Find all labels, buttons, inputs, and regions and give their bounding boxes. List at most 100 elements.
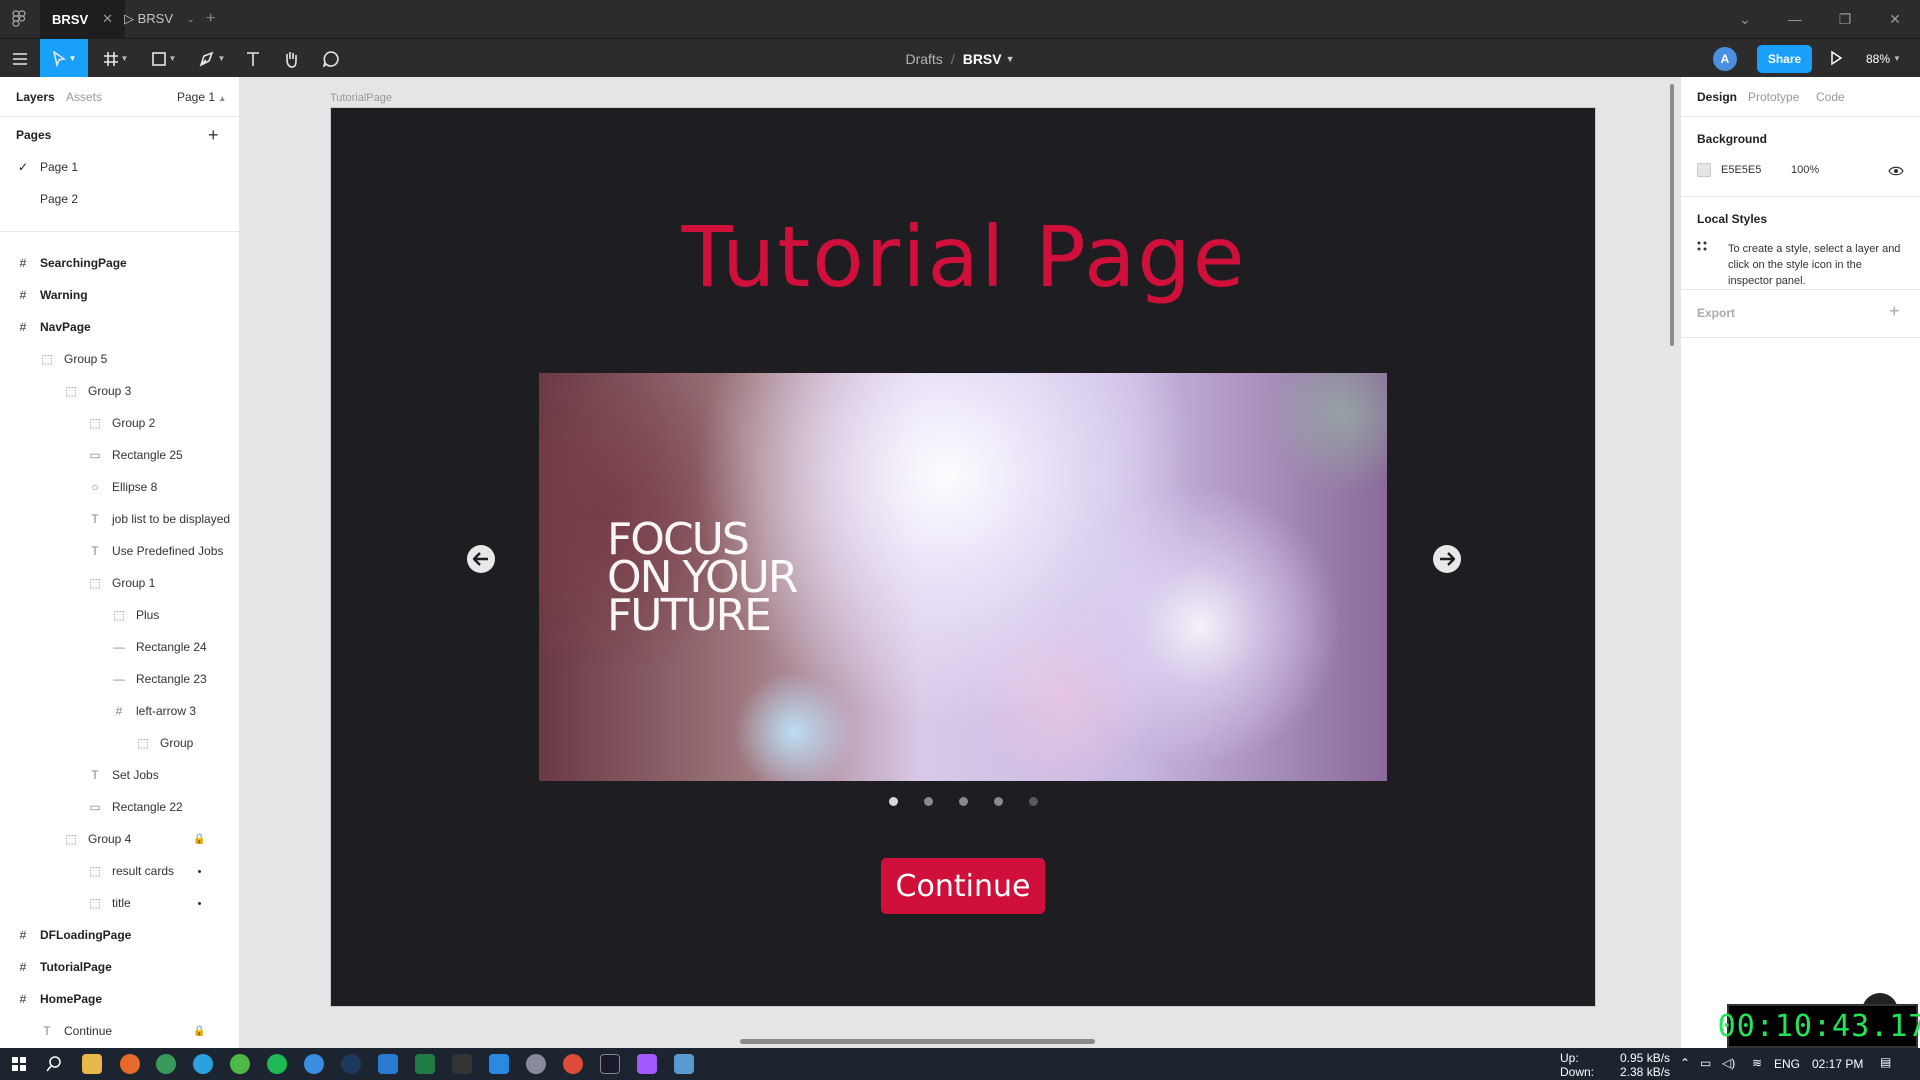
layer-row[interactable]: # HomePage bbox=[0, 983, 239, 1015]
notifications-icon[interactable]: ▤ bbox=[1880, 1055, 1891, 1069]
steam-icon[interactable] bbox=[341, 1054, 361, 1074]
page-item-1[interactable]: ✓ Page 1 bbox=[0, 151, 239, 183]
zoom-dropdown[interactable]: 88% ▼ bbox=[1866, 39, 1901, 78]
frame-label[interactable]: TutorialPage bbox=[330, 92, 392, 104]
layer-row[interactable]: ⬚ Group 3 bbox=[0, 375, 239, 407]
tab-design[interactable]: Design bbox=[1697, 90, 1737, 104]
layer-row[interactable]: ▭ Rectangle 22 bbox=[0, 791, 239, 823]
layer-row[interactable]: ⬚ Group 2 bbox=[0, 407, 239, 439]
page-selector[interactable]: Page 1 ▲ bbox=[177, 90, 226, 104]
chevron-down-icon[interactable]: ⌄ bbox=[1720, 0, 1770, 38]
page-title[interactable]: Tutorial Page bbox=[331, 208, 1597, 306]
intellij-icon[interactable] bbox=[600, 1054, 620, 1074]
spotify-icon[interactable] bbox=[267, 1054, 287, 1074]
background-hex-input[interactable]: E5E5E5 bbox=[1721, 164, 1761, 176]
layer-row[interactable]: ▭ Rectangle 25 bbox=[0, 439, 239, 471]
right-arrow-icon[interactable] bbox=[1433, 545, 1461, 573]
layer-row[interactable]: T Set Jobs bbox=[0, 759, 239, 791]
hand-tool-button[interactable] bbox=[276, 39, 306, 78]
layer-row[interactable]: ○ Ellipse 8 bbox=[0, 471, 239, 503]
pagination-dot[interactable] bbox=[924, 797, 933, 806]
clock[interactable]: 02:17 PM bbox=[1812, 1057, 1863, 1071]
telegram-icon[interactable] bbox=[193, 1054, 213, 1074]
pagination-dot[interactable] bbox=[1029, 797, 1038, 806]
eye-icon[interactable] bbox=[1888, 165, 1904, 177]
volume-icon[interactable]: ◁) bbox=[1722, 1056, 1735, 1070]
frame-tool-button[interactable]: ▼ bbox=[96, 39, 136, 78]
pagination-dot[interactable] bbox=[889, 797, 898, 806]
add-page-icon[interactable]: + bbox=[208, 125, 219, 146]
app-icon[interactable] bbox=[304, 1054, 324, 1074]
page-item-2[interactable]: Page 2 bbox=[0, 183, 239, 215]
background-swatch[interactable] bbox=[1697, 163, 1711, 177]
tutorial-page-frame[interactable]: Tutorial Page FOCUS ON YOUR FUTURE Conti… bbox=[330, 107, 1596, 1007]
spreadsheet-icon[interactable] bbox=[415, 1054, 435, 1074]
layer-row[interactable]: ⬚ title bbox=[0, 887, 239, 919]
layer-row[interactable]: ⬚ Group 1 bbox=[0, 567, 239, 599]
move-tool-button[interactable]: ▼ bbox=[40, 39, 88, 78]
layer-row[interactable]: # SearchingPage bbox=[0, 247, 239, 279]
app-icon[interactable] bbox=[156, 1054, 176, 1074]
tab-brsv-prototype[interactable]: ▷ BRSV ⌄ bbox=[112, 0, 207, 38]
tab-assets[interactable]: Assets bbox=[66, 90, 102, 104]
app-icon[interactable] bbox=[230, 1054, 250, 1074]
lock-icon[interactable]: 🔒 bbox=[193, 1026, 205, 1037]
file-explorer-icon[interactable] bbox=[82, 1054, 102, 1074]
comment-tool-button[interactable] bbox=[316, 39, 346, 78]
visibility-dot[interactable] bbox=[198, 869, 201, 873]
layer-row[interactable]: ⬚ Group bbox=[0, 727, 239, 759]
pagination-dot[interactable] bbox=[959, 797, 968, 806]
minimize-icon[interactable]: — bbox=[1770, 0, 1820, 38]
app-icon[interactable] bbox=[526, 1054, 546, 1074]
tab-prototype[interactable]: Prototype bbox=[1748, 90, 1799, 104]
shape-tool-button[interactable]: ▼ bbox=[144, 39, 184, 78]
lock-icon[interactable]: 🔒 bbox=[193, 834, 205, 845]
figma-icon[interactable] bbox=[637, 1054, 657, 1074]
wifi-icon[interactable]: ≋ bbox=[1752, 1056, 1762, 1070]
layer-row[interactable]: — Rectangle 24 bbox=[0, 631, 239, 663]
layer-row[interactable]: — Rectangle 23 bbox=[0, 663, 239, 695]
windows-start-icon[interactable] bbox=[12, 1057, 26, 1071]
layer-row[interactable]: ⬚ Group 4 🔒 bbox=[0, 823, 239, 855]
add-export-icon[interactable]: + bbox=[1889, 301, 1900, 322]
carousel-image[interactable]: FOCUS ON YOUR FUTURE bbox=[539, 373, 1387, 781]
pen-tool-button[interactable]: ▼ bbox=[192, 39, 232, 78]
search-icon[interactable] bbox=[46, 1056, 62, 1072]
layer-row[interactable]: # TutorialPage bbox=[0, 951, 239, 983]
firefox-icon[interactable] bbox=[120, 1054, 140, 1074]
horizontal-scrollbar[interactable] bbox=[740, 1039, 1095, 1044]
layer-row[interactable]: T Continue 🔒 bbox=[0, 1015, 239, 1047]
layer-row[interactable]: # Warning bbox=[0, 279, 239, 311]
layer-row[interactable]: T Use Predefined Jobs bbox=[0, 535, 239, 567]
background-opacity-input[interactable]: 100% bbox=[1791, 164, 1819, 176]
restore-icon[interactable]: ❐ bbox=[1820, 0, 1870, 38]
avatar[interactable]: A bbox=[1713, 47, 1737, 71]
layer-row[interactable]: Tjob list to be displayed bbox=[0, 503, 239, 535]
continue-button[interactable]: Continue bbox=[881, 858, 1045, 914]
app-icon[interactable] bbox=[674, 1054, 694, 1074]
chevron-up-icon[interactable]: ⌃ bbox=[1680, 1056, 1690, 1070]
mail-icon[interactable] bbox=[378, 1054, 398, 1074]
share-button[interactable]: Share bbox=[1757, 45, 1812, 73]
layer-row[interactable]: # left-arrow 3 bbox=[0, 695, 239, 727]
left-arrow-icon[interactable] bbox=[467, 545, 495, 573]
vscode-icon[interactable] bbox=[489, 1054, 509, 1074]
new-tab-button[interactable]: + bbox=[194, 0, 227, 38]
layer-row[interactable]: ⬚ Group 5 bbox=[0, 343, 239, 375]
main-menu-icon[interactable] bbox=[6, 39, 34, 78]
layer-row[interactable]: ⬚ Plus bbox=[0, 599, 239, 631]
battery-icon[interactable]: ▭ bbox=[1700, 1056, 1711, 1070]
language-indicator[interactable]: ENG bbox=[1774, 1057, 1800, 1071]
chevron-down-icon[interactable]: ▼ bbox=[1006, 54, 1015, 64]
layer-row[interactable]: # NavPage bbox=[0, 311, 239, 343]
text-tool-button[interactable] bbox=[238, 39, 268, 78]
visibility-dot[interactable] bbox=[198, 901, 201, 905]
pagination-dot[interactable] bbox=[994, 797, 1003, 806]
chrome-icon[interactable] bbox=[563, 1054, 583, 1074]
play-icon[interactable] bbox=[1826, 48, 1846, 68]
file-name[interactable]: BRSV bbox=[963, 51, 1002, 67]
tab-layers[interactable]: Layers bbox=[16, 90, 55, 104]
tab-code[interactable]: Code bbox=[1816, 90, 1845, 104]
terminal-icon[interactable] bbox=[452, 1054, 472, 1074]
vertical-scrollbar[interactable] bbox=[1670, 84, 1674, 346]
